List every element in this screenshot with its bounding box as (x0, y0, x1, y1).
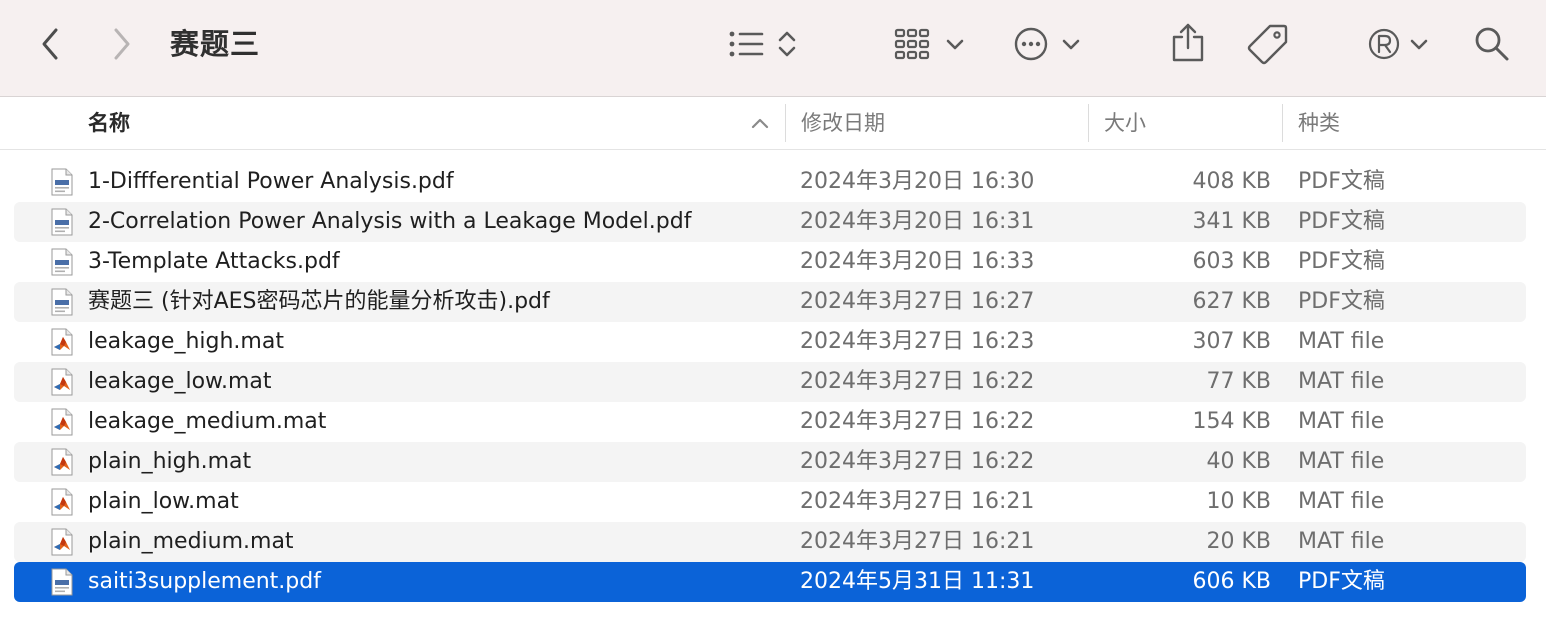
file-size: 20 KB (1206, 529, 1271, 554)
more-icon (1014, 27, 1080, 61)
file-name: leakage_medium.mat (88, 409, 327, 434)
file-kind: PDF文稿 (1298, 249, 1385, 274)
file-date: 2024年3月20日 16:30 (800, 169, 1035, 194)
matlab-file-icon (50, 368, 74, 396)
file-name: 赛题三 (针对AES密码芯片的能量分析攻击).pdf (88, 289, 550, 314)
file-row[interactable]: leakage_low.mat 2024年3月27日 16:22 77 KB MAT … (14, 362, 1526, 402)
file-name: saiti3supplement.pdf (88, 569, 321, 594)
file-kind: PDF文稿 (1298, 289, 1385, 314)
file-name: plain_high.mat (88, 449, 252, 474)
file-kind: MAT file (1298, 529, 1385, 554)
file-size: 606 KB (1192, 569, 1271, 594)
file-kind: PDF文稿 (1298, 569, 1385, 594)
matlab-file-icon (50, 528, 74, 556)
file-row[interactable]: leakage_medium.mat 2024年3月27日 16:22 154 KB… (14, 402, 1526, 442)
file-row[interactable]: 1-Diffferential Power Analysis.pdf 2024年3… (14, 162, 1526, 202)
list-icon (729, 31, 796, 57)
search-icon (1475, 27, 1509, 61)
sort-ascending-icon[interactable] (748, 112, 772, 136)
matlab-file-icon (50, 408, 74, 436)
file-date: 2024年3月27日 16:21 (800, 529, 1035, 554)
file-size: 40 KB (1206, 449, 1271, 474)
column-divider[interactable] (1088, 104, 1089, 142)
toolbar: 赛题三 (0, 0, 1546, 97)
chevron-right-icon (114, 28, 130, 60)
file-kind: MAT file (1298, 489, 1385, 514)
file-date: 2024年3月27日 16:21 (800, 489, 1035, 514)
file-size: 77 KB (1206, 369, 1271, 394)
forward-button[interactable] (106, 24, 138, 64)
file-row[interactable]: leakage_high.mat 2024年3月27日 16:23 307 KB MA… (14, 322, 1526, 362)
column-divider[interactable] (785, 104, 786, 142)
file-date: 2024年5月31日 11:31 (800, 569, 1035, 594)
file-name: leakage_low.mat (88, 369, 272, 394)
file-size: 408 KB (1192, 169, 1271, 194)
search-button[interactable] (1472, 24, 1512, 64)
matlab-file-icon (50, 328, 74, 356)
file-size: 10 KB (1206, 489, 1271, 514)
file-row[interactable]: 3-Template Attacks.pdf 2024年3月20日 16:33 60… (14, 242, 1526, 282)
file-size: 154 KB (1192, 409, 1271, 434)
file-name: 3-Template Attacks.pdf (88, 249, 340, 274)
column-kind[interactable]: 种类 (1298, 98, 1340, 150)
matlab-file-icon (50, 488, 74, 516)
chevron-left-icon (42, 28, 58, 60)
registered-icon (1368, 28, 1428, 60)
share-icon (1172, 23, 1204, 62)
file-kind: MAT file (1298, 409, 1385, 434)
file-date: 2024年3月27日 16:22 (800, 369, 1035, 394)
pdf-file-icon (50, 568, 74, 596)
group-button[interactable] (892, 24, 968, 64)
back-button[interactable] (34, 24, 66, 64)
matlab-file-icon (50, 448, 74, 476)
file-name: plain_low.mat (88, 489, 239, 514)
file-row[interactable]: plain_medium.mat 2024年3月27日 16:21 20 KB MAT… (14, 522, 1526, 562)
pdf-file-icon (50, 208, 74, 236)
file-row[interactable]: 赛题三 (针对AES密码芯片的能量分析攻击).pdf 2024年3月27日 16:… (14, 282, 1526, 322)
column-date[interactable]: 修改日期 (801, 98, 885, 150)
column-size[interactable]: 大小 (1104, 98, 1146, 150)
file-kind: MAT file (1298, 329, 1385, 354)
column-name[interactable]: 名称 (88, 98, 130, 150)
tags-button[interactable] (1246, 22, 1290, 66)
share-button[interactable] (1168, 22, 1208, 64)
file-row[interactable]: saiti3supplement.pdf 2024年5月31日 11:31 606 … (14, 562, 1526, 602)
file-size: 307 KB (1192, 329, 1271, 354)
tag-icon (1247, 24, 1288, 65)
file-row[interactable]: plain_high.mat 2024年3月27日 16:22 40 KB MAT f… (14, 442, 1526, 482)
file-name: leakage_high.mat (88, 329, 284, 354)
file-date: 2024年3月27日 16:23 (800, 329, 1035, 354)
column-header: 名称 修改日期 大小 种类 (0, 98, 1546, 150)
extension-button[interactable] (1366, 24, 1432, 64)
file-row[interactable]: 2-Correlation Power Analysis with a Leak… (14, 202, 1526, 242)
file-kind: PDF文稿 (1298, 209, 1385, 234)
pdf-file-icon (50, 288, 74, 316)
file-size: 341 KB (1192, 209, 1271, 234)
pdf-file-icon (50, 168, 74, 196)
file-name: 1-Diffferential Power Analysis.pdf (88, 169, 454, 194)
file-size: 627 KB (1192, 289, 1271, 314)
file-date: 2024年3月27日 16:22 (800, 449, 1035, 474)
file-kind: MAT file (1298, 449, 1385, 474)
file-date: 2024年3月27日 16:27 (800, 289, 1035, 314)
file-size: 603 KB (1192, 249, 1271, 274)
pdf-file-icon (50, 248, 74, 276)
file-row[interactable]: plain_low.mat 2024年3月27日 16:21 10 KB MAT fi… (14, 482, 1526, 522)
action-button[interactable] (1012, 24, 1084, 64)
file-date: 2024年3月20日 16:31 (800, 209, 1035, 234)
window-title: 赛题三 (170, 27, 261, 61)
file-kind: PDF文稿 (1298, 169, 1385, 194)
view-options-button[interactable] (726, 24, 802, 64)
file-date: 2024年3月20日 16:33 (800, 249, 1035, 274)
column-divider[interactable] (1282, 104, 1283, 142)
file-name: plain_medium.mat (88, 529, 294, 554)
file-name: 2-Correlation Power Analysis with a Leak… (88, 209, 692, 234)
grid-icon (894, 28, 964, 60)
file-date: 2024年3月27日 16:22 (800, 409, 1035, 434)
file-kind: MAT file (1298, 369, 1385, 394)
